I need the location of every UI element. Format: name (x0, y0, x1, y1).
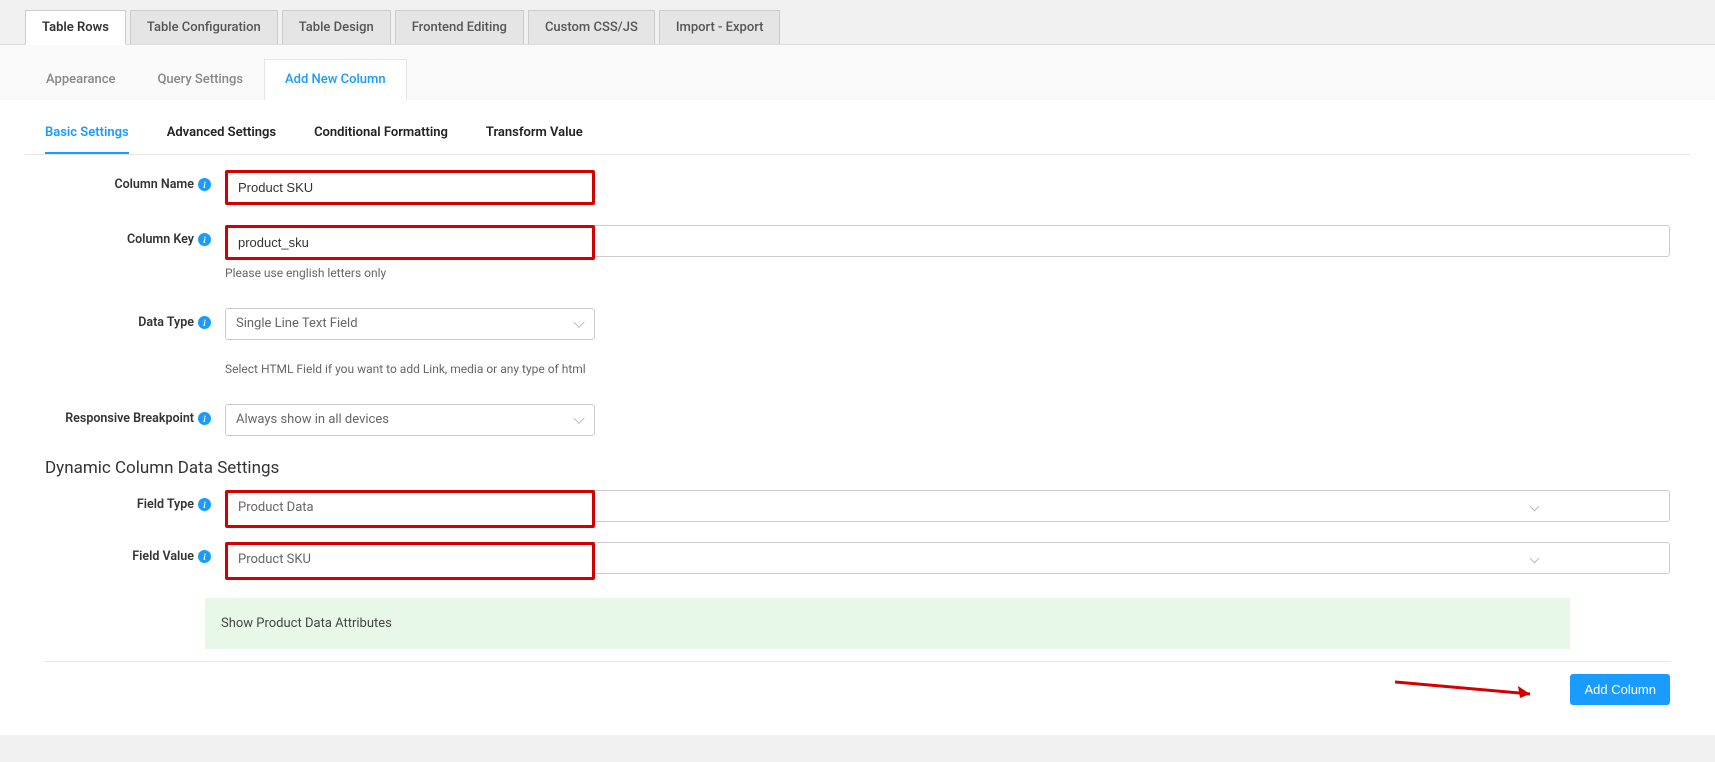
label-column-key: Column Key i (45, 225, 225, 247)
label-field-type: Field Type i (45, 490, 225, 512)
add-column-button[interactable]: Add Column (1570, 674, 1670, 705)
label-responsive: Responsive Breakpoint i (45, 404, 225, 426)
sub-tabs: Appearance Query Settings Add New Column (25, 59, 1690, 100)
highlight-field-value: Product SKU (225, 542, 595, 580)
content-area: Basic Settings Advanced Settings Conditi… (0, 100, 1715, 735)
section-tabs: Basic Settings Advanced Settings Conditi… (25, 100, 1690, 155)
help-column-key: Please use english letters only (225, 266, 1670, 280)
row-field-value: Field Value i Product SKU (45, 542, 1670, 580)
footer: Add Column (45, 661, 1670, 705)
data-type-select[interactable]: Single Line Text Field (225, 308, 595, 340)
control-column-name (225, 170, 1670, 205)
section-tab-transform-value[interactable]: Transform Value (486, 125, 583, 154)
top-tabs: Table Rows Table Configuration Table Des… (0, 0, 1715, 45)
label-field-value: Field Value i (45, 542, 225, 564)
sub-tab-appearance[interactable]: Appearance (25, 59, 136, 100)
tab-frontend-editing[interactable]: Frontend Editing (395, 10, 524, 44)
highlight-column-key (225, 225, 595, 260)
field-value-select[interactable]: Product SKU (228, 545, 592, 577)
row-column-key: Column Key i Please use english letters … (45, 225, 1670, 280)
responsive-select[interactable]: Always show in all devices (225, 404, 595, 436)
dynamic-form-area: Field Type i Product Data Field Value i (25, 490, 1690, 580)
sub-tab-add-new-column[interactable]: Add New Column (264, 59, 407, 101)
sub-tab-query-settings[interactable]: Query Settings (136, 59, 264, 100)
row-data-type: Data Type i Single Line Text Field Selec… (45, 308, 1670, 376)
tab-table-rows[interactable]: Table Rows (25, 10, 126, 45)
control-data-type: Single Line Text Field Select HTML Field… (225, 308, 595, 376)
highlight-field-type: Product Data (225, 490, 595, 528)
product-attributes-banner[interactable]: Show Product Data Attributes (205, 598, 1570, 649)
info-icon[interactable]: i (198, 550, 211, 563)
field-type-select[interactable]: Product Data (228, 493, 592, 525)
row-column-name: Column Name i (45, 170, 1670, 205)
control-field-value: Product SKU (225, 542, 1670, 580)
info-icon[interactable]: i (198, 498, 211, 511)
sub-tabs-wrapper: Appearance Query Settings Add New Column (0, 45, 1715, 100)
section-tab-conditional-formatting[interactable]: Conditional Formatting (314, 125, 448, 154)
row-field-type: Field Type i Product Data (45, 490, 1670, 528)
label-column-name: Column Name i (45, 170, 225, 192)
tab-custom-css-js[interactable]: Custom CSS/JS (528, 10, 655, 44)
form-area: Column Name i Column Key i (25, 155, 1690, 436)
arrow-annotation (1390, 672, 1550, 702)
control-column-key: Please use english letters only (225, 225, 1670, 280)
highlight-column-name (225, 170, 595, 205)
control-field-type: Product Data (225, 490, 1670, 528)
column-key-input[interactable] (228, 228, 592, 257)
tab-import-export[interactable]: Import - Export (659, 10, 781, 44)
label-data-type: Data Type i (45, 308, 225, 330)
section-tab-advanced-settings[interactable]: Advanced Settings (167, 125, 276, 154)
column-name-input[interactable] (228, 173, 592, 202)
section-tab-basic-settings[interactable]: Basic Settings (45, 125, 129, 154)
info-icon[interactable]: i (198, 178, 211, 191)
row-responsive: Responsive Breakpoint i Always show in a… (45, 404, 1670, 436)
control-responsive: Always show in all devices (225, 404, 595, 436)
info-icon[interactable]: i (198, 233, 211, 246)
tab-table-configuration[interactable]: Table Configuration (130, 10, 278, 44)
heading-dynamic-settings: Dynamic Column Data Settings (45, 458, 1690, 478)
info-icon[interactable]: i (198, 412, 211, 425)
tab-table-design[interactable]: Table Design (282, 10, 391, 44)
info-icon[interactable]: i (198, 316, 211, 329)
help-data-type: Select HTML Field if you want to add Lin… (225, 362, 595, 376)
